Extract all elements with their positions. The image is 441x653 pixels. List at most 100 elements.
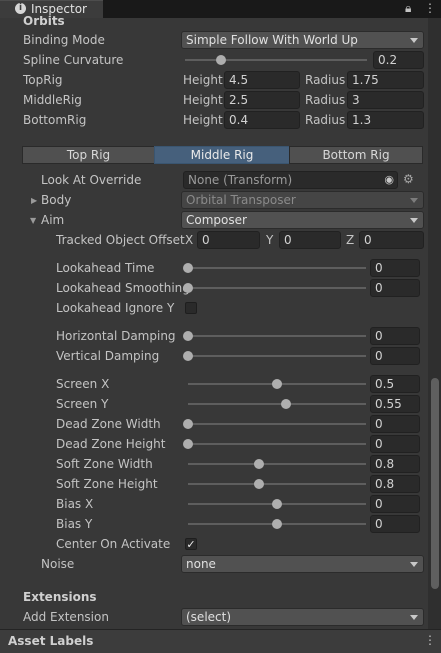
center-on-activate-checkbox[interactable]: ✓ (185, 538, 197, 550)
lookahead-ignore-y-checkbox[interactable] (185, 302, 197, 314)
rig-radius-label: Radius (305, 113, 346, 127)
lookahead-smoothing-label: Lookahead Smoothing (56, 281, 190, 295)
tab-top-rig[interactable]: Top Rig (22, 146, 155, 164)
object-picker-icon[interactable]: ◉ (384, 172, 394, 188)
binding-mode-dropdown[interactable]: Simple Follow With World Up (181, 31, 424, 49)
offset-y-label: Y (266, 233, 274, 247)
screen-x-field[interactable]: 0.5 (370, 375, 420, 393)
bias-x-label: Bias X (56, 497, 94, 511)
offset-x-label: X (185, 233, 194, 247)
offset-x-field[interactable]: 0 (197, 231, 260, 249)
vertical-damping-slider-track[interactable] (188, 355, 366, 357)
body-label: Body (41, 193, 72, 207)
bias-y-field[interactable]: 0 (370, 515, 420, 533)
dead-zone-width-slider-thumb[interactable] (183, 419, 193, 429)
kebab-menu-icon[interactable]: ⋮ (424, 1, 436, 15)
rig-height-label: Height (183, 113, 223, 127)
vertical-damping-label: Vertical Damping (56, 349, 160, 363)
rig-height-field[interactable]: 0.4 (224, 111, 300, 129)
asset-labels-title: Asset Labels (8, 634, 94, 648)
lookahead-time-field[interactable]: 0 (370, 259, 420, 277)
tracked-object-offset-label: Tracked Object Offset (56, 233, 185, 247)
soft-zone-height-field[interactable]: 0.8 (370, 475, 420, 493)
horizontal-damping-slider-track[interactable] (188, 335, 366, 337)
rig-name-label: BottomRig (23, 113, 87, 127)
body-dropdown: Orbital Transposer (181, 191, 424, 209)
rig-name-label: MiddleRig (23, 93, 82, 107)
horizontal-damping-label: Horizontal Damping (56, 329, 176, 343)
bias-y-slider-thumb[interactable] (272, 519, 282, 529)
rig-height-field[interactable]: 2.5 (224, 91, 300, 109)
dead-zone-height-slider-track[interactable] (188, 443, 366, 445)
screen-y-slider-thumb[interactable] (281, 399, 291, 409)
bias-x-slider-thumb[interactable] (272, 499, 282, 509)
add-extension-value: (select) (186, 610, 232, 624)
asset-labels-bar[interactable]: Asset Labels ⋮ (0, 629, 441, 653)
screen-y-label: Screen Y (56, 397, 109, 411)
body-value: Orbital Transposer (186, 193, 296, 207)
info-icon: i (15, 3, 26, 14)
gear-icon[interactable]: ⚙ (403, 172, 414, 186)
lookahead-smoothing-field[interactable]: 0 (370, 279, 420, 297)
lookahead-smoothing-slider-track[interactable] (188, 287, 366, 289)
soft-zone-width-field[interactable]: 0.8 (370, 455, 420, 473)
look-at-override-field[interactable]: None (Transform) ◉ (183, 171, 398, 189)
look-at-override-value: None (Transform) (188, 173, 293, 187)
spline-curvature-label: Spline Curvature (23, 53, 124, 67)
soft-zone-width-slider-thumb[interactable] (254, 459, 264, 469)
vertical-damping-slider-thumb[interactable] (183, 351, 193, 361)
aim-foldout-icon[interactable]: ▼ (30, 216, 36, 225)
screen-y-slider-track[interactable] (188, 403, 366, 405)
rig-radius-label: Radius (305, 93, 346, 107)
add-extension-label: Add Extension (23, 610, 109, 624)
rig-height-label: Height (183, 93, 223, 107)
tab-bar: i Inspector 🔒︎ ⋮ (0, 0, 441, 18)
rig-radius-field[interactable]: 1.3 (347, 111, 424, 129)
screen-y-field[interactable]: 0.55 (370, 395, 420, 413)
soft-zone-height-slider-thumb[interactable] (254, 479, 264, 489)
aim-label: Aim (41, 213, 65, 227)
rig-radius-field[interactable]: 1.75 (347, 71, 424, 89)
spline-curvature-track[interactable] (185, 59, 367, 61)
noise-dropdown[interactable]: none (181, 555, 424, 573)
dead-zone-height-slider-thumb[interactable] (183, 439, 193, 449)
chevron-down-icon (410, 198, 418, 203)
dead-zone-width-field[interactable]: 0 (370, 415, 420, 433)
horizontal-damping-slider-thumb[interactable] (183, 331, 193, 341)
soft-zone-height-slider-track[interactable] (188, 483, 366, 485)
soft-zone-height-label: Soft Zone Height (56, 477, 158, 491)
vertical-damping-field[interactable]: 0 (370, 347, 420, 365)
dead-zone-width-slider-track[interactable] (188, 423, 366, 425)
body-foldout-icon[interactable]: ▶ (31, 196, 37, 205)
checkmark-icon: ✓ (186, 538, 196, 551)
offset-z-field[interactable]: 0 (359, 231, 424, 249)
binding-mode-label: Binding Mode (23, 33, 105, 47)
chevron-down-icon (410, 218, 418, 223)
rig-radius-field[interactable]: 3 (347, 91, 424, 109)
kebab-menu-icon[interactable]: ⋮ (424, 633, 436, 647)
offset-y-field[interactable]: 0 (279, 231, 341, 249)
spline-curvature-field[interactable]: 0.2 (373, 51, 424, 69)
bias-x-field[interactable]: 0 (370, 495, 420, 513)
lookahead-time-slider-thumb[interactable] (183, 263, 193, 273)
lock-icon[interactable]: 🔒︎ (405, 1, 411, 16)
dead-zone-width-label: Dead Zone Width (56, 417, 161, 431)
lookahead-time-slider-track[interactable] (188, 267, 366, 269)
add-extension-dropdown[interactable]: (select) (181, 608, 424, 626)
soft-zone-width-label: Soft Zone Width (56, 457, 153, 471)
soft-zone-width-slider-track[interactable] (188, 463, 366, 465)
rig-height-label: Height (183, 73, 223, 87)
chevron-down-icon (410, 562, 418, 567)
dead-zone-height-field[interactable]: 0 (370, 435, 420, 453)
noise-label: Noise (41, 557, 75, 571)
horizontal-damping-field[interactable]: 0 (370, 327, 420, 345)
tab-middle-rig[interactable]: Middle Rig (154, 146, 290, 164)
lookahead-smoothing-slider-thumb[interactable] (183, 283, 193, 293)
offset-z-label: Z (346, 233, 355, 247)
rig-height-field[interactable]: 4.5 (224, 71, 300, 89)
screen-x-slider-thumb[interactable] (272, 379, 282, 389)
spline-curvature-thumb[interactable] (216, 55, 226, 65)
aim-dropdown[interactable]: Composer (181, 211, 424, 229)
tab-bottom-rig[interactable]: Bottom Rig (289, 146, 423, 164)
scrollbar-thumb[interactable] (431, 378, 439, 589)
